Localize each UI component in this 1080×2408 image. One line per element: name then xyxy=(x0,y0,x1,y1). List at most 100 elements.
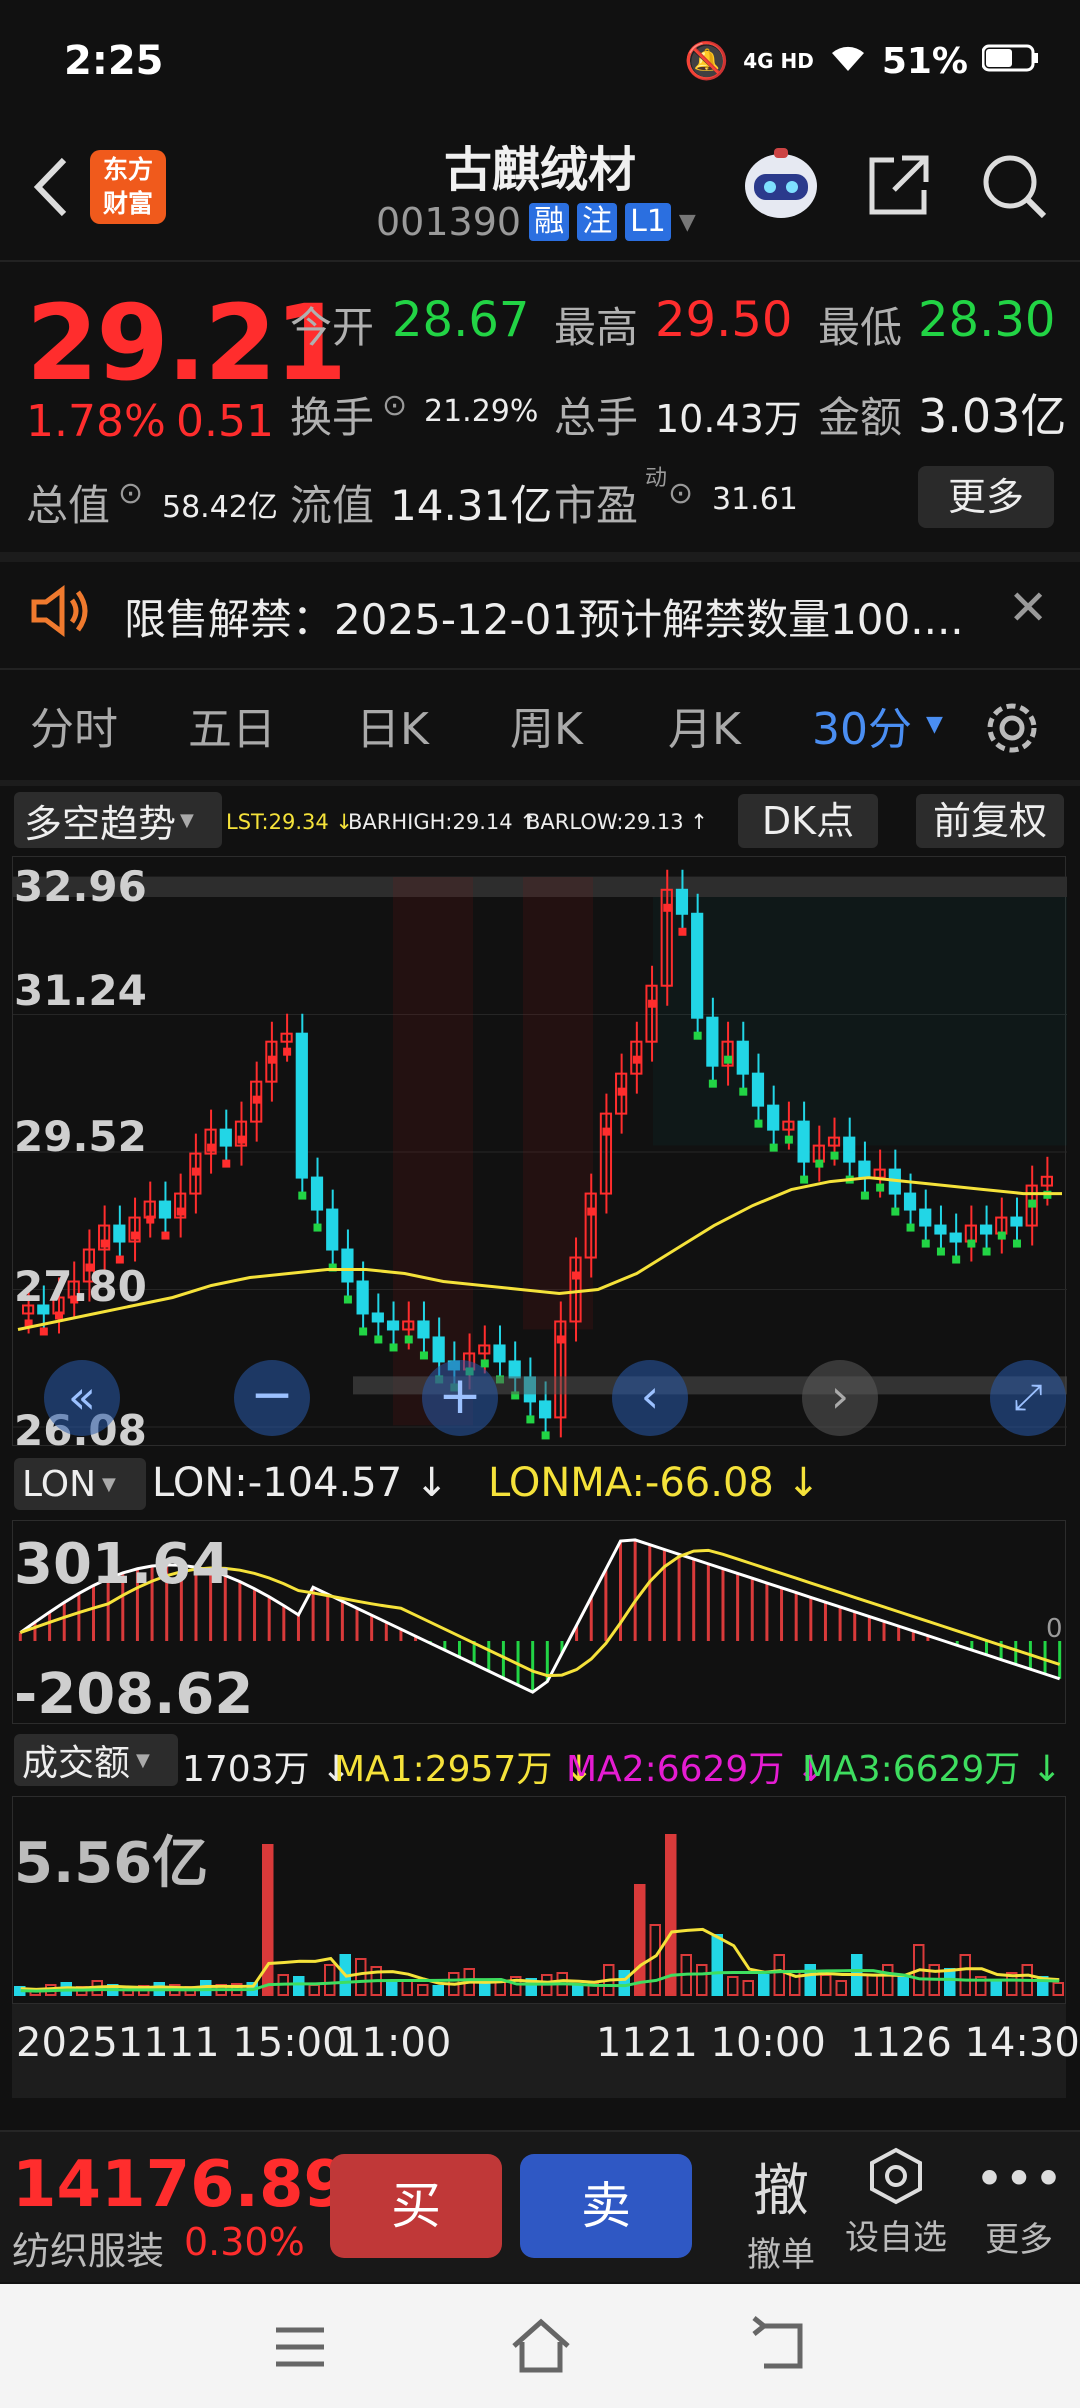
trend-dot xyxy=(921,1239,930,1248)
scroll-right-button[interactable]: › xyxy=(802,1360,878,1436)
sell-button[interactable]: 卖 xyxy=(520,2154,692,2258)
price-tick-4: 27.80 xyxy=(14,1262,147,1311)
indicator-select[interactable]: 多空趋势 ▼ xyxy=(14,792,222,848)
info-icon[interactable]: ⊙ xyxy=(668,476,693,511)
volume-bar xyxy=(711,1934,723,1996)
open-value: 28.67 xyxy=(392,292,530,348)
barhigh-readout: BARHIGH:29.14 ↑ xyxy=(348,810,537,834)
volume-bar xyxy=(835,1980,847,1996)
x-tick-4: 1126 14:30 xyxy=(850,2020,1080,2066)
candle-body xyxy=(508,1360,521,1379)
turnover-value: 21.29% xyxy=(424,394,539,429)
trend-dot xyxy=(526,1415,535,1424)
scroll-left-fast-button[interactable]: « xyxy=(44,1360,120,1436)
zoom-out-button[interactable]: − xyxy=(234,1360,310,1436)
volume-select[interactable]: 成交额 ▼ xyxy=(14,1734,178,1786)
trend-dot xyxy=(100,1239,109,1248)
lon-readout: LON:-104.57 ↓ xyxy=(152,1460,449,1506)
trend-dot xyxy=(906,1223,915,1232)
back-nav-button[interactable] xyxy=(750,2316,814,2376)
scroll-left-button[interactable]: ‹ xyxy=(612,1360,688,1436)
trend-dot xyxy=(876,1183,885,1192)
add-watchlist-button[interactable]: 设自选 xyxy=(836,2146,956,2270)
volume-bar xyxy=(479,1982,491,1996)
tag-registered: 注 xyxy=(577,203,618,241)
price-tick-3: 29.52 xyxy=(14,1112,147,1161)
tab-30min[interactable]: 30分 xyxy=(812,693,912,757)
candle-body xyxy=(113,1224,126,1243)
trend-dot xyxy=(207,1143,216,1152)
volume-bar xyxy=(696,1964,708,1996)
tab-weekly[interactable]: 周K xyxy=(510,693,583,757)
tab-intraday[interactable]: 分时 xyxy=(30,693,118,757)
trend-dot xyxy=(952,1255,961,1264)
trend-dot xyxy=(343,1295,352,1304)
cancel-order-button[interactable]: 撤 撤单 xyxy=(726,2146,836,2275)
trend-dot xyxy=(784,1135,793,1144)
high-label: 最高 xyxy=(554,303,639,352)
change-value: 0.51 xyxy=(176,396,274,447)
zoom-in-button[interactable]: + xyxy=(422,1360,498,1436)
more-button[interactable]: 更多 xyxy=(918,466,1054,528)
recent-apps-button[interactable] xyxy=(272,2322,328,2372)
volume-bar xyxy=(959,1954,971,1996)
robot-assistant-icon[interactable] xyxy=(740,146,822,222)
status-icons: 🔕 4G HD 51% xyxy=(684,40,1040,82)
adjust-label: 前复权 xyxy=(932,799,1047,843)
search-icon[interactable] xyxy=(978,150,1050,222)
stock-code-row[interactable]: 001390 融 注 L1 ▼ xyxy=(376,200,696,244)
candle-body xyxy=(751,1072,765,1107)
info-icon[interactable]: ⊙ xyxy=(382,388,407,423)
candle-body xyxy=(691,912,704,1019)
buy-button[interactable]: 买 xyxy=(330,2154,502,2258)
volume-bar xyxy=(742,1980,754,1996)
tab-monthly[interactable]: 月K xyxy=(668,693,741,757)
index-value[interactable]: 14176.89 xyxy=(12,2148,348,2222)
barlow-readout: BARLOW:29.13 ↑ xyxy=(526,810,708,834)
fullscreen-button[interactable]: ⤢ xyxy=(990,1360,1066,1436)
trend-dot xyxy=(997,1231,1006,1240)
volume-bar xyxy=(820,1974,832,1996)
close-icon[interactable]: ✕ xyxy=(1008,580,1048,636)
settings-gear-icon[interactable] xyxy=(980,696,1044,760)
volume-bar xyxy=(634,1884,646,1996)
trend-dot xyxy=(556,1335,565,1344)
volume-bar xyxy=(1052,1982,1064,1996)
lon-select[interactable]: LON ▼ xyxy=(14,1458,146,1510)
change-pct: 1.78% xyxy=(26,396,166,447)
zone-shade xyxy=(523,877,593,1330)
vol-top-tick: 5.56亿 xyxy=(14,1831,209,1896)
home-button[interactable] xyxy=(508,2316,574,2376)
volume-value: 10.43万 xyxy=(655,397,802,441)
chevron-down-icon: ▼ xyxy=(180,809,194,831)
trend-dot xyxy=(237,1135,246,1144)
low-value: 28.30 xyxy=(918,292,1056,348)
trend-dot xyxy=(222,1159,231,1168)
battery-level: 51% xyxy=(881,40,968,82)
candle-body xyxy=(356,1280,369,1315)
x-tick-2: 11:00 xyxy=(336,2020,452,2066)
trend-dot xyxy=(663,903,672,912)
candle-body xyxy=(371,1312,384,1323)
cancel-icon: 撤 xyxy=(753,2159,809,2224)
share-icon[interactable] xyxy=(864,150,934,220)
kline-chart[interactable] xyxy=(12,856,1067,1446)
tab-daily[interactable]: 日K xyxy=(356,693,429,757)
dk-point-button[interactable]: DK点 xyxy=(738,794,878,848)
candle-body xyxy=(979,1224,993,1235)
notice-text[interactable]: 限售解禁：2025-12-01预计解禁数量100.... xyxy=(124,586,964,647)
x-tick-1: 20251111 15:00 xyxy=(16,2020,348,2066)
lon-top-tick: 301.64 xyxy=(14,1532,231,1597)
tab-5day[interactable]: 五日 xyxy=(188,693,276,757)
more-menu-button[interactable]: ••• 更多 xyxy=(964,2146,1074,2270)
candle-body xyxy=(386,1320,400,1331)
volume-bar xyxy=(401,1980,413,1996)
info-icon[interactable]: ⊙ xyxy=(118,476,143,511)
price-tick-1: 32.96 xyxy=(14,862,147,911)
index-pct: 0.30% xyxy=(184,2220,305,2264)
index-name: 纺织服装 xyxy=(12,2229,165,2273)
adjust-button[interactable]: 前复权 xyxy=(916,794,1064,848)
candle-body xyxy=(797,1120,810,1163)
cancel-label: 撤单 xyxy=(747,2235,815,2275)
volume-bar xyxy=(804,1964,816,1996)
